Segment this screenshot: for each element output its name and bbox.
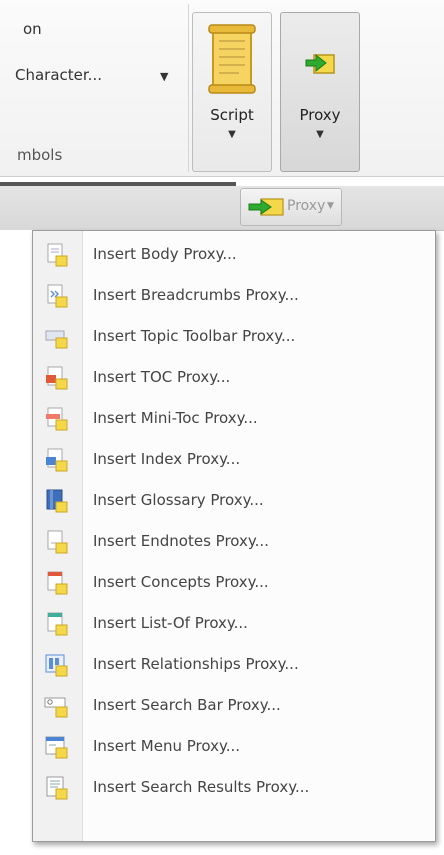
menu-item-label: Insert Concepts Proxy... — [93, 573, 269, 591]
menu-item-label: Insert Body Proxy... — [93, 245, 237, 263]
menu-item-insert-glossary-proxy[interactable]: Insert Glossary Proxy... — [34, 480, 434, 521]
menu-item-label: Insert Relationships Proxy... — [93, 655, 299, 673]
menu-item-insert-mini-toc-proxy[interactable]: Insert Mini-Toc Proxy... — [34, 398, 434, 439]
relationships-proxy-icon — [44, 652, 70, 678]
chevron-down-icon: ▼ — [228, 129, 236, 140]
menu-item-label: Insert Breadcrumbs Proxy... — [93, 286, 299, 304]
concepts-proxy-icon — [44, 570, 70, 596]
menu-proxy-icon — [44, 734, 70, 760]
menu-item-label: Insert Topic Toolbar Proxy... — [93, 327, 296, 345]
menu-item-label: Insert Endnotes Proxy... — [93, 532, 269, 550]
proxy-dropdown-menu: Insert Body Proxy... Insert Breadcrumbs … — [32, 230, 436, 842]
proxy-button-label: Proxy — [299, 106, 341, 124]
proxy-button[interactable]: Proxy ▼ — [280, 12, 360, 172]
menu-item-label: Insert List-Of Proxy... — [93, 614, 248, 632]
menu-item-insert-concepts-proxy[interactable]: Insert Concepts Proxy... — [34, 562, 434, 603]
body-proxy-icon — [44, 242, 70, 268]
symbols-group-label: mbols — [17, 146, 63, 164]
glossary-proxy-icon — [44, 488, 70, 514]
endnotes-proxy-icon — [44, 529, 70, 555]
menu-item-label: Insert Index Proxy... — [93, 450, 241, 468]
menu-item-insert-body-proxy[interactable]: Insert Body Proxy... — [34, 234, 434, 275]
index-proxy-icon — [44, 447, 70, 473]
menu-item-insert-index-proxy[interactable]: Insert Index Proxy... — [34, 439, 434, 480]
menu-item-insert-toc-proxy[interactable]: Insert TOC Proxy... — [34, 357, 434, 398]
script-button[interactable]: Script ▼ — [192, 12, 272, 172]
search-results-proxy-icon — [44, 775, 70, 801]
script-button-label: Script — [210, 106, 254, 124]
menu-item-insert-search-bar-proxy[interactable]: Insert Search Bar Proxy... — [34, 685, 434, 726]
menu-item-insert-breadcrumbs-proxy[interactable]: Insert Breadcrumbs Proxy... — [34, 275, 434, 316]
ribbon: on Character... ▼ mbols Script ▼ Proxy ▼ — [0, 0, 444, 177]
ribbon-partial-label: on — [23, 20, 42, 38]
search-bar-proxy-icon — [44, 693, 70, 719]
list-of-proxy-icon — [44, 611, 70, 637]
script-scroll-icon — [207, 23, 257, 99]
chevron-down-icon[interactable]: ▼ — [160, 70, 168, 83]
toc-proxy-icon — [44, 365, 70, 391]
chevron-down-icon: ▼ — [327, 201, 334, 211]
menu-item-insert-relationships-proxy[interactable]: Insert Relationships Proxy... — [34, 644, 434, 685]
topic-toolbar-proxy-icon — [44, 324, 70, 350]
menu-item-insert-search-results-proxy[interactable]: Insert Search Results Proxy... — [34, 767, 434, 808]
editor-area — [0, 230, 32, 850]
proxy-icon — [247, 197, 285, 221]
chevron-down-icon: ▼ — [316, 129, 324, 140]
menu-item-label: Insert Glossary Proxy... — [93, 491, 264, 509]
proxy-toolbar-button[interactable]: Proxy ▼ — [240, 188, 342, 226]
mini-toc-proxy-icon — [44, 406, 70, 432]
proxy-toolbar-label: Proxy — [287, 198, 326, 214]
menu-item-label: Insert Menu Proxy... — [93, 737, 240, 755]
menu-item-label: Insert TOC Proxy... — [93, 368, 231, 386]
menu-item-insert-endnotes-proxy[interactable]: Insert Endnotes Proxy... — [34, 521, 434, 562]
menu-item-label: Insert Search Results Proxy... — [93, 778, 310, 796]
menu-item-insert-menu-proxy[interactable]: Insert Menu Proxy... — [34, 726, 434, 767]
menu-item-label: Insert Mini-Toc Proxy... — [93, 409, 258, 427]
breadcrumbs-proxy-icon — [44, 283, 70, 309]
group-divider — [188, 4, 189, 172]
menu-item-label: Insert Search Bar Proxy... — [93, 696, 281, 714]
menu-item-insert-topic-toolbar-proxy[interactable]: Insert Topic Toolbar Proxy... — [34, 316, 434, 357]
local-toolbar — [0, 186, 444, 231]
menu-item-insert-list-of-proxy[interactable]: Insert List-Of Proxy... — [34, 603, 434, 644]
proxy-icon — [304, 51, 336, 79]
character-dropdown[interactable]: Character... — [15, 66, 102, 84]
